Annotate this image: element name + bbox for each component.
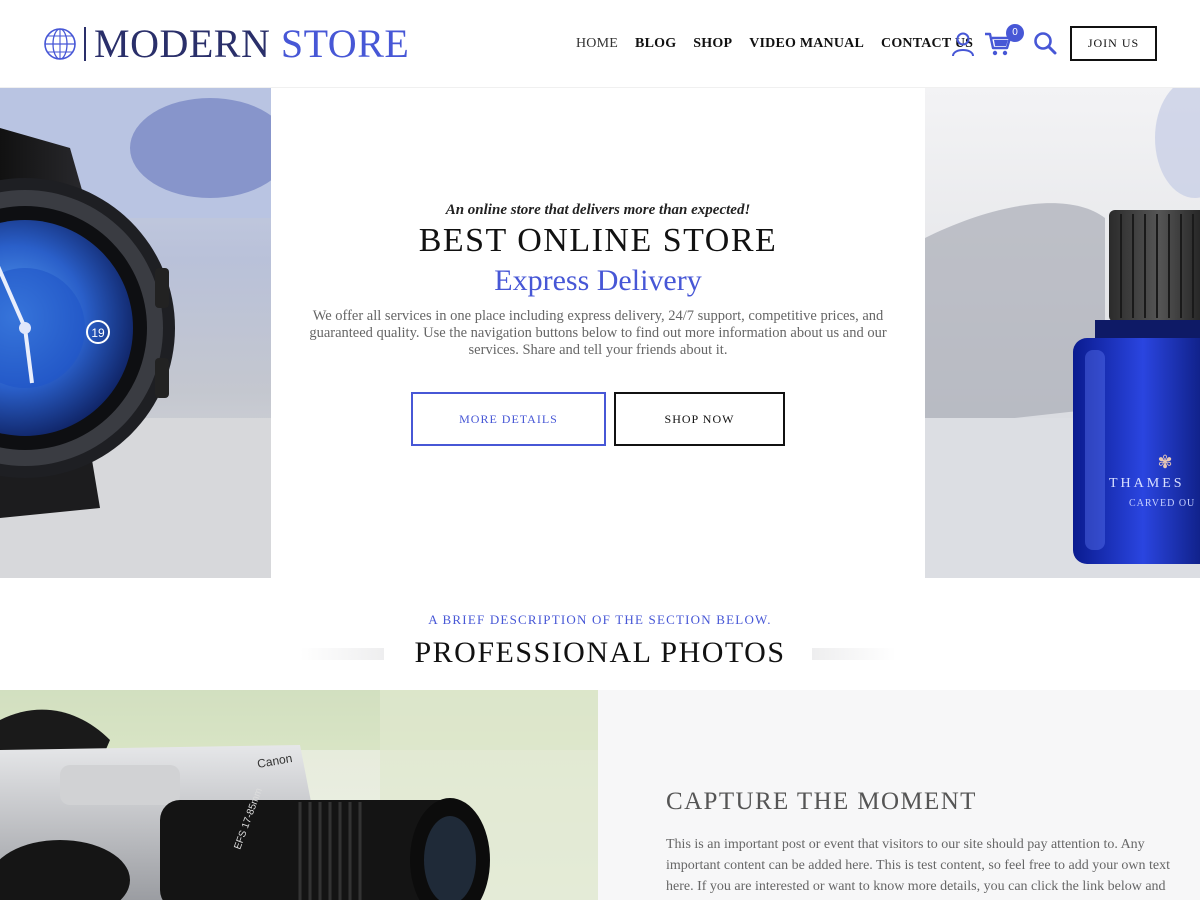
feature-title: CAPTURE THE MOMENT	[666, 788, 977, 815]
svg-text:✾: ✾	[1157, 452, 1172, 472]
logo-text-part1: MODERN	[94, 21, 271, 66]
feature-text: This is an important post or event that …	[666, 837, 1170, 894]
section-kicker: A BRIEF DESCRIPTION OF THE SECTION BELOW…	[428, 612, 772, 627]
site-header: MODERN STORE HOME BLOG SHOP VIDEO MANUAL…	[0, 0, 1200, 88]
camera-image: Canon EFS 17-85mm	[0, 690, 598, 900]
hero-section: 19 An online store that delivers more th…	[0, 88, 1200, 578]
user-icon[interactable]	[951, 31, 975, 57]
nav-item-shop[interactable]: SHOP	[693, 35, 732, 53]
logo-text-part2: STORE	[280, 21, 410, 66]
main-nav: HOME BLOG SHOP VIDEO MANUAL CONTACT US	[576, 35, 990, 53]
cart-count-badge: 0	[1006, 24, 1024, 42]
shop-now-button[interactable]: SHOP NOW	[614, 392, 785, 446]
hero-description: We offer all services in one place inclu…	[309, 308, 887, 358]
hero-content: An online store that delivers more than …	[271, 88, 925, 578]
logo-text: MODERN STORE	[94, 24, 409, 64]
feature-panel: CAPTURE THE MOMENT This is an important …	[598, 690, 1200, 900]
hero-tagline: An online store that delivers more than …	[445, 202, 751, 218]
nav-item-blog[interactable]: BLOG	[635, 35, 676, 53]
search-icon[interactable]	[1033, 31, 1057, 55]
join-us-button[interactable]: JOIN US	[1070, 26, 1157, 61]
perfume-brand-label: THAMES	[1109, 476, 1185, 491]
perfume-sub-label: CARVED OU	[1129, 498, 1196, 509]
more-details-button[interactable]: MORE DETAILS	[411, 392, 606, 446]
perfume-bottle-image: ✾ THAMES CARVED OU	[925, 88, 1200, 578]
logo-divider	[84, 27, 86, 61]
nav-item-home[interactable]: HOME	[576, 35, 618, 53]
smartwatch-image: 19	[0, 88, 271, 578]
section-title: PROFESSIONAL PHOTOS	[414, 636, 786, 669]
hero-title: BEST ONLINE STORE	[418, 222, 778, 259]
nav-item-video-manual[interactable]: VIDEO MANUAL	[749, 35, 864, 53]
site-logo[interactable]: MODERN STORE	[42, 20, 409, 68]
globe-icon	[44, 28, 76, 60]
hero-subtitle: Express Delivery	[494, 264, 702, 297]
svg-text:19: 19	[91, 326, 105, 340]
smartwatch-illustration: 19	[0, 88, 271, 578]
camera-illustration: Canon EFS 17-85mm	[0, 690, 598, 900]
